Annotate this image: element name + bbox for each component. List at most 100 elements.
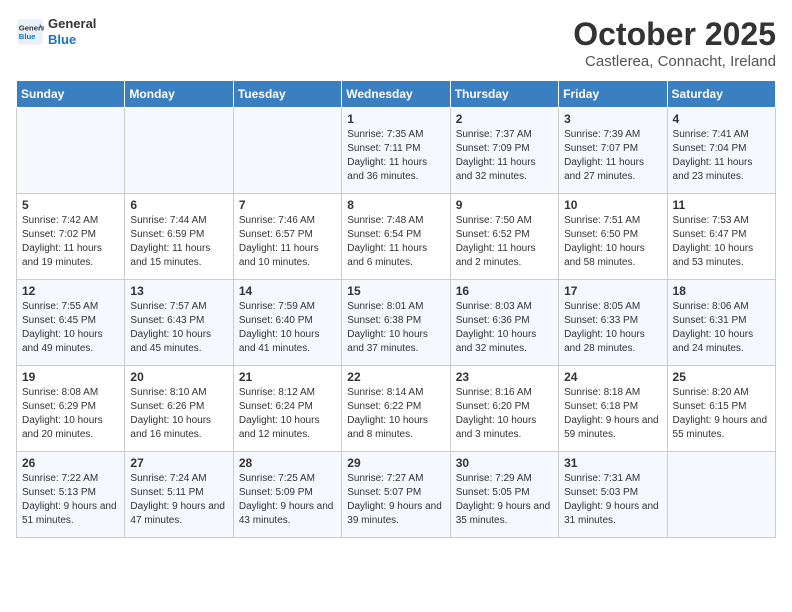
day-cell: 21Sunrise: 8:12 AM Sunset: 6:24 PM Dayli… — [233, 366, 341, 452]
day-info: Sunrise: 8:03 AM Sunset: 6:36 PM Dayligh… — [456, 300, 553, 356]
day-number: 21 — [239, 370, 336, 384]
col-header-friday: Friday — [559, 81, 667, 108]
day-info: Sunrise: 7:51 AM Sunset: 6:50 PM Dayligh… — [564, 214, 661, 270]
day-info: Sunrise: 7:50 AM Sunset: 6:52 PM Dayligh… — [456, 214, 553, 270]
page-header: General Blue General Blue October 2025 C… — [16, 16, 776, 70]
day-cell: 31 Sunrise: 7:31 AM Sunset: 5:03 PM Dayli… — [559, 452, 667, 538]
day-number: 10 — [564, 198, 661, 212]
day-number: 1 — [347, 112, 444, 126]
day-number: 25 — [673, 370, 770, 384]
day-info: Sunrise: 7:48 AM Sunset: 6:54 PM Dayligh… — [347, 214, 444, 270]
week-row-3: 12 Sunrise: 7:55 AM Sunset: 6:45 PM Dayli… — [17, 280, 776, 366]
month-title: October 2025 — [573, 16, 776, 53]
day-info: Sunrise: 7:55 AM Sunset: 6:45 PM Dayligh… — [22, 300, 119, 356]
day-number: 24 — [564, 370, 661, 384]
day-info: Sunrise: 7:29 AM Sunset: 5:05 PM Dayligh… — [456, 472, 553, 528]
day-info: Sunrise: 7:46 AM Sunset: 6:57 PM Dayligh… — [239, 214, 336, 270]
col-header-monday: Monday — [125, 81, 233, 108]
day-number: 2 — [456, 112, 553, 126]
day-number: 22 — [347, 370, 444, 384]
day-cell: 11 Sunrise: 7:53 AM Sunset: 6:47 PM Dayli… — [667, 194, 775, 280]
day-info: Sunrise: 7:35 AM Sunset: 7:11 PM Dayligh… — [347, 128, 444, 184]
day-info: Sunrise: 7:59 AM Sunset: 6:40 PM Dayligh… — [239, 300, 336, 356]
location-subtitle: Castlerea, Connacht, Ireland — [573, 53, 776, 70]
day-cell: 16 Sunrise: 8:03 AM Sunset: 6:36 PM Dayli… — [450, 280, 558, 366]
day-number: 14 — [239, 284, 336, 298]
day-info: Sunrise: 7:53 AM Sunset: 6:47 PM Dayligh… — [673, 214, 770, 270]
day-cell: 1 Sunrise: 7:35 AM Sunset: 7:11 PM Daylig… — [342, 108, 450, 194]
day-number: 13 — [130, 284, 227, 298]
day-info: Sunrise: 7:39 AM Sunset: 7:07 PM Dayligh… — [564, 128, 661, 184]
day-cell: 9 Sunrise: 7:50 AM Sunset: 6:52 PM Daylig… — [450, 194, 558, 280]
day-cell: 23Sunrise: 8:16 AM Sunset: 6:20 PM Dayli… — [450, 366, 558, 452]
day-cell: 4Sunrise: 7:41 AM Sunset: 7:04 PM Daylig… — [667, 108, 775, 194]
day-number: 17 — [564, 284, 661, 298]
day-number: 12 — [22, 284, 119, 298]
day-number: 16 — [456, 284, 553, 298]
day-cell: 12 Sunrise: 7:55 AM Sunset: 6:45 PM Dayli… — [17, 280, 125, 366]
day-cell: 17 Sunrise: 8:05 AM Sunset: 6:33 PM Dayli… — [559, 280, 667, 366]
logo-text-line1: General — [48, 16, 96, 32]
day-cell: 3 Sunrise: 7:39 AM Sunset: 7:07 PM Daylig… — [559, 108, 667, 194]
day-number: 23 — [456, 370, 553, 384]
svg-text:Blue: Blue — [19, 32, 36, 41]
day-cell: 6Sunrise: 7:44 AM Sunset: 6:59 PM Daylig… — [125, 194, 233, 280]
day-number: 31 — [564, 456, 661, 470]
day-number: 19 — [22, 370, 119, 384]
logo-icon: General Blue — [16, 18, 44, 46]
day-info: Sunrise: 7:31 AM Sunset: 5:03 PM Dayligh… — [564, 472, 661, 528]
day-cell: 26 Sunrise: 7:22 AM Sunset: 5:13 PM Dayli… — [17, 452, 125, 538]
day-cell: 14 Sunrise: 7:59 AM Sunset: 6:40 PM Dayli… — [233, 280, 341, 366]
day-cell: 15 Sunrise: 8:01 AM Sunset: 6:38 PM Dayli… — [342, 280, 450, 366]
day-cell — [667, 452, 775, 538]
day-number: 9 — [456, 198, 553, 212]
day-info: Sunrise: 8:08 AM Sunset: 6:29 PM Dayligh… — [22, 386, 119, 442]
col-header-wednesday: Wednesday — [342, 81, 450, 108]
day-info: Sunrise: 7:22 AM Sunset: 5:13 PM Dayligh… — [22, 472, 119, 528]
day-cell: 30Sunrise: 7:29 AM Sunset: 5:05 PM Dayli… — [450, 452, 558, 538]
week-row-1: 1 Sunrise: 7:35 AM Sunset: 7:11 PM Daylig… — [17, 108, 776, 194]
day-number: 3 — [564, 112, 661, 126]
week-row-5: 26 Sunrise: 7:22 AM Sunset: 5:13 PM Dayli… — [17, 452, 776, 538]
day-number: 26 — [22, 456, 119, 470]
day-info: Sunrise: 8:06 AM Sunset: 6:31 PM Dayligh… — [673, 300, 770, 356]
day-number: 28 — [239, 456, 336, 470]
col-header-saturday: Saturday — [667, 81, 775, 108]
day-number: 8 — [347, 198, 444, 212]
day-cell: 25Sunrise: 8:20 AM Sunset: 6:15 PM Dayli… — [667, 366, 775, 452]
day-number: 11 — [673, 198, 770, 212]
day-cell — [125, 108, 233, 194]
day-number: 7 — [239, 198, 336, 212]
day-number: 20 — [130, 370, 227, 384]
day-cell: 27Sunrise: 7:24 AM Sunset: 5:11 PM Dayli… — [125, 452, 233, 538]
header-row: SundayMondayTuesdayWednesdayThursdayFrid… — [17, 81, 776, 108]
day-info: Sunrise: 7:44 AM Sunset: 6:59 PM Dayligh… — [130, 214, 227, 270]
col-header-sunday: Sunday — [17, 81, 125, 108]
day-cell: 2 Sunrise: 7:37 AM Sunset: 7:09 PM Daylig… — [450, 108, 558, 194]
day-cell: 13 Sunrise: 7:57 AM Sunset: 6:43 PM Dayli… — [125, 280, 233, 366]
day-cell: 18 Sunrise: 8:06 AM Sunset: 6:31 PM Dayli… — [667, 280, 775, 366]
day-info: Sunrise: 8:10 AM Sunset: 6:26 PM Dayligh… — [130, 386, 227, 442]
day-info: Sunrise: 7:42 AM Sunset: 7:02 PM Dayligh… — [22, 214, 119, 270]
day-info: Sunrise: 7:25 AM Sunset: 5:09 PM Dayligh… — [239, 472, 336, 528]
day-number: 18 — [673, 284, 770, 298]
day-cell: 22Sunrise: 8:14 AM Sunset: 6:22 PM Dayli… — [342, 366, 450, 452]
day-cell: 10 Sunrise: 7:51 AM Sunset: 6:50 PM Dayli… — [559, 194, 667, 280]
day-cell: 20 Sunrise: 8:10 AM Sunset: 6:26 PM Dayli… — [125, 366, 233, 452]
day-info: Sunrise: 7:57 AM Sunset: 6:43 PM Dayligh… — [130, 300, 227, 356]
title-area: October 2025 Castlerea, Connacht, Irelan… — [573, 16, 776, 70]
col-header-tuesday: Tuesday — [233, 81, 341, 108]
day-cell: 28 Sunrise: 7:25 AM Sunset: 5:09 PM Dayli… — [233, 452, 341, 538]
day-info: Sunrise: 8:05 AM Sunset: 6:33 PM Dayligh… — [564, 300, 661, 356]
calendar-table: SundayMondayTuesdayWednesdayThursdayFrid… — [16, 80, 776, 538]
day-number: 27 — [130, 456, 227, 470]
day-info: Sunrise: 7:37 AM Sunset: 7:09 PM Dayligh… — [456, 128, 553, 184]
day-info: Sunrise: 8:01 AM Sunset: 6:38 PM Dayligh… — [347, 300, 444, 356]
day-number: 4 — [673, 112, 770, 126]
day-info: Sunrise: 7:27 AM Sunset: 5:07 PM Dayligh… — [347, 472, 444, 528]
day-cell: 29Sunrise: 7:27 AM Sunset: 5:07 PM Dayli… — [342, 452, 450, 538]
day-cell — [17, 108, 125, 194]
day-info: Sunrise: 8:18 AM Sunset: 6:18 PM Dayligh… — [564, 386, 661, 442]
day-number: 15 — [347, 284, 444, 298]
col-header-thursday: Thursday — [450, 81, 558, 108]
